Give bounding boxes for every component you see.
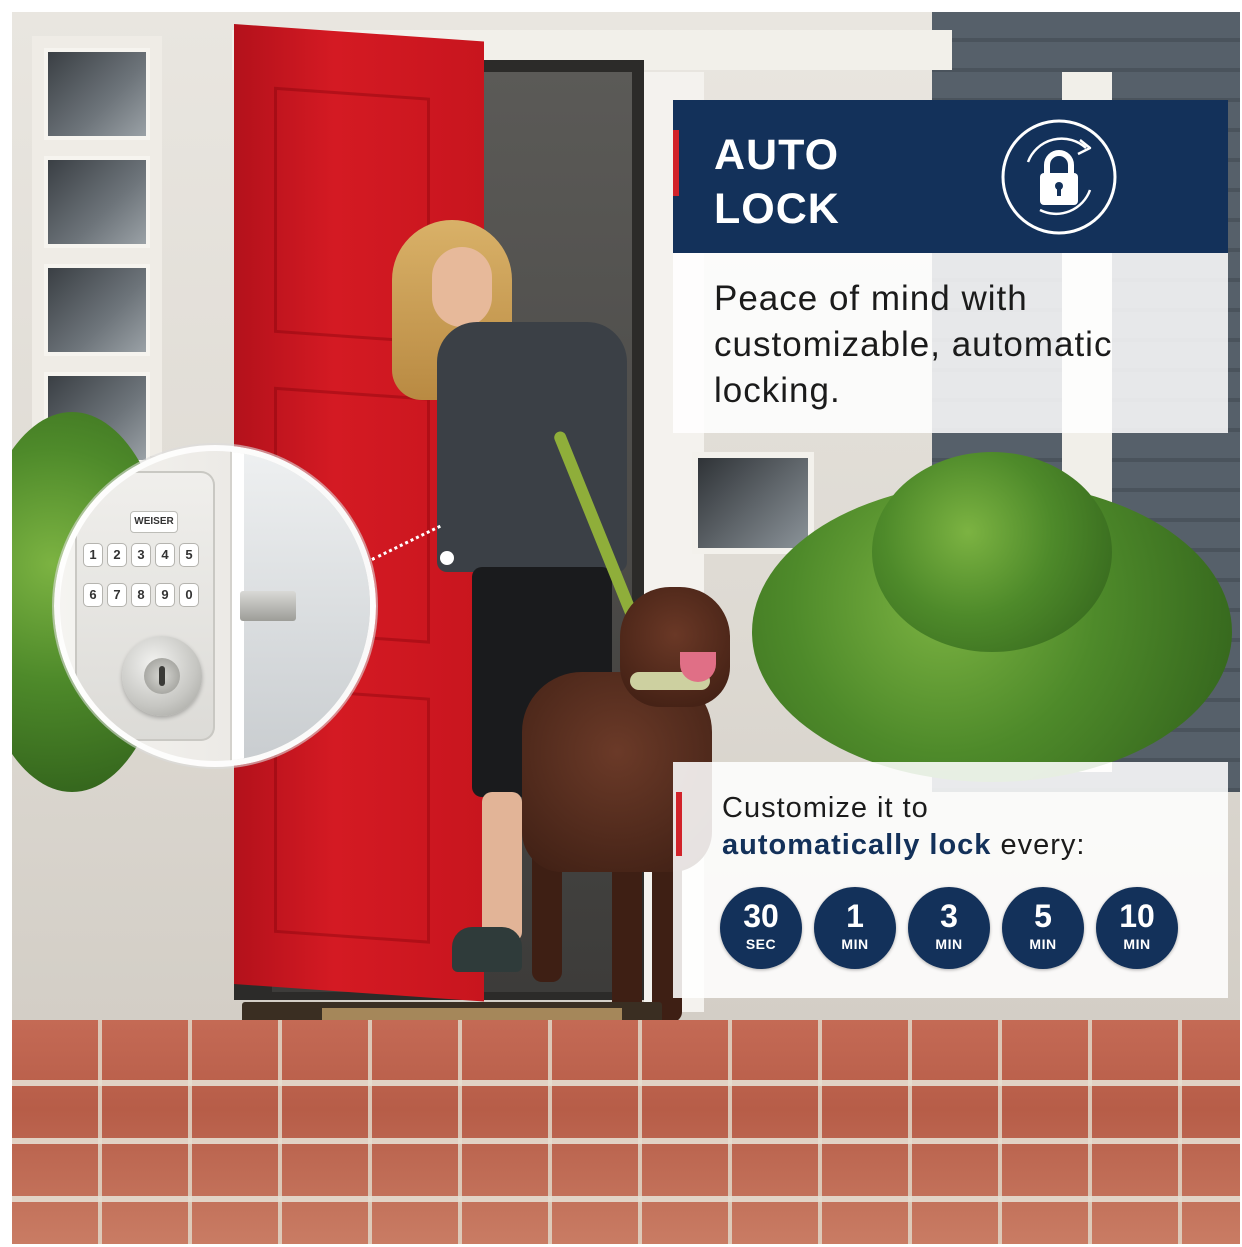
- interval-badge-30-sec: 30 SEC: [720, 887, 802, 969]
- keyhole-icon: [144, 658, 180, 694]
- brand-logo: WEISER: [130, 511, 178, 533]
- keypad-key: 6: [83, 583, 103, 607]
- deadbolt: [240, 591, 296, 621]
- keypad-key: 4: [155, 543, 175, 567]
- description-text: Peace of mind with customizable, automat…: [714, 279, 1113, 410]
- key-cylinder: [122, 636, 202, 716]
- keypad-key: 9: [155, 583, 175, 607]
- page-title: AUTO LOCK: [714, 128, 934, 236]
- keypad-key: 7: [107, 583, 127, 607]
- customize-accent-bar: [676, 792, 682, 856]
- keypad-key: 0: [179, 583, 199, 607]
- interval-badge-5-min: 5 MIN: [1002, 887, 1084, 969]
- brick-steps: [12, 1020, 1240, 1244]
- title-line-2: LOCK: [714, 185, 840, 233]
- title-line-1: AUTO: [714, 131, 840, 179]
- lock-closeup-inset: WEISER 1 2 3 4 5 6 7 8 9 0: [54, 445, 376, 767]
- customize-emphasis: automatically lock: [722, 829, 992, 861]
- interval-badge-1-min: 1 MIN: [814, 887, 896, 969]
- keypad-key: 3: [131, 543, 151, 567]
- keypad-deadbolt: WEISER 1 2 3 4 5 6 7 8 9 0: [75, 471, 215, 741]
- keypad-key: 8: [131, 583, 151, 607]
- sidelight-window: [692, 452, 814, 554]
- keypad-key: 2: [107, 543, 127, 567]
- callout-dot: [440, 551, 454, 565]
- keypad-key: 1: [83, 543, 103, 567]
- interval-badge-10-min: 10 MIN: [1096, 887, 1178, 969]
- auto-lock-padlock-icon: [1000, 118, 1118, 236]
- customize-rest: every:: [991, 829, 1086, 861]
- keypad-key: 5: [179, 543, 199, 567]
- side-window: [32, 36, 162, 464]
- customize-subheading: automatically lock every:: [722, 827, 1085, 863]
- customize-heading: Customize it to: [722, 792, 929, 824]
- title-accent-bar: [673, 130, 679, 196]
- interval-badge-3-min: 3 MIN: [908, 887, 990, 969]
